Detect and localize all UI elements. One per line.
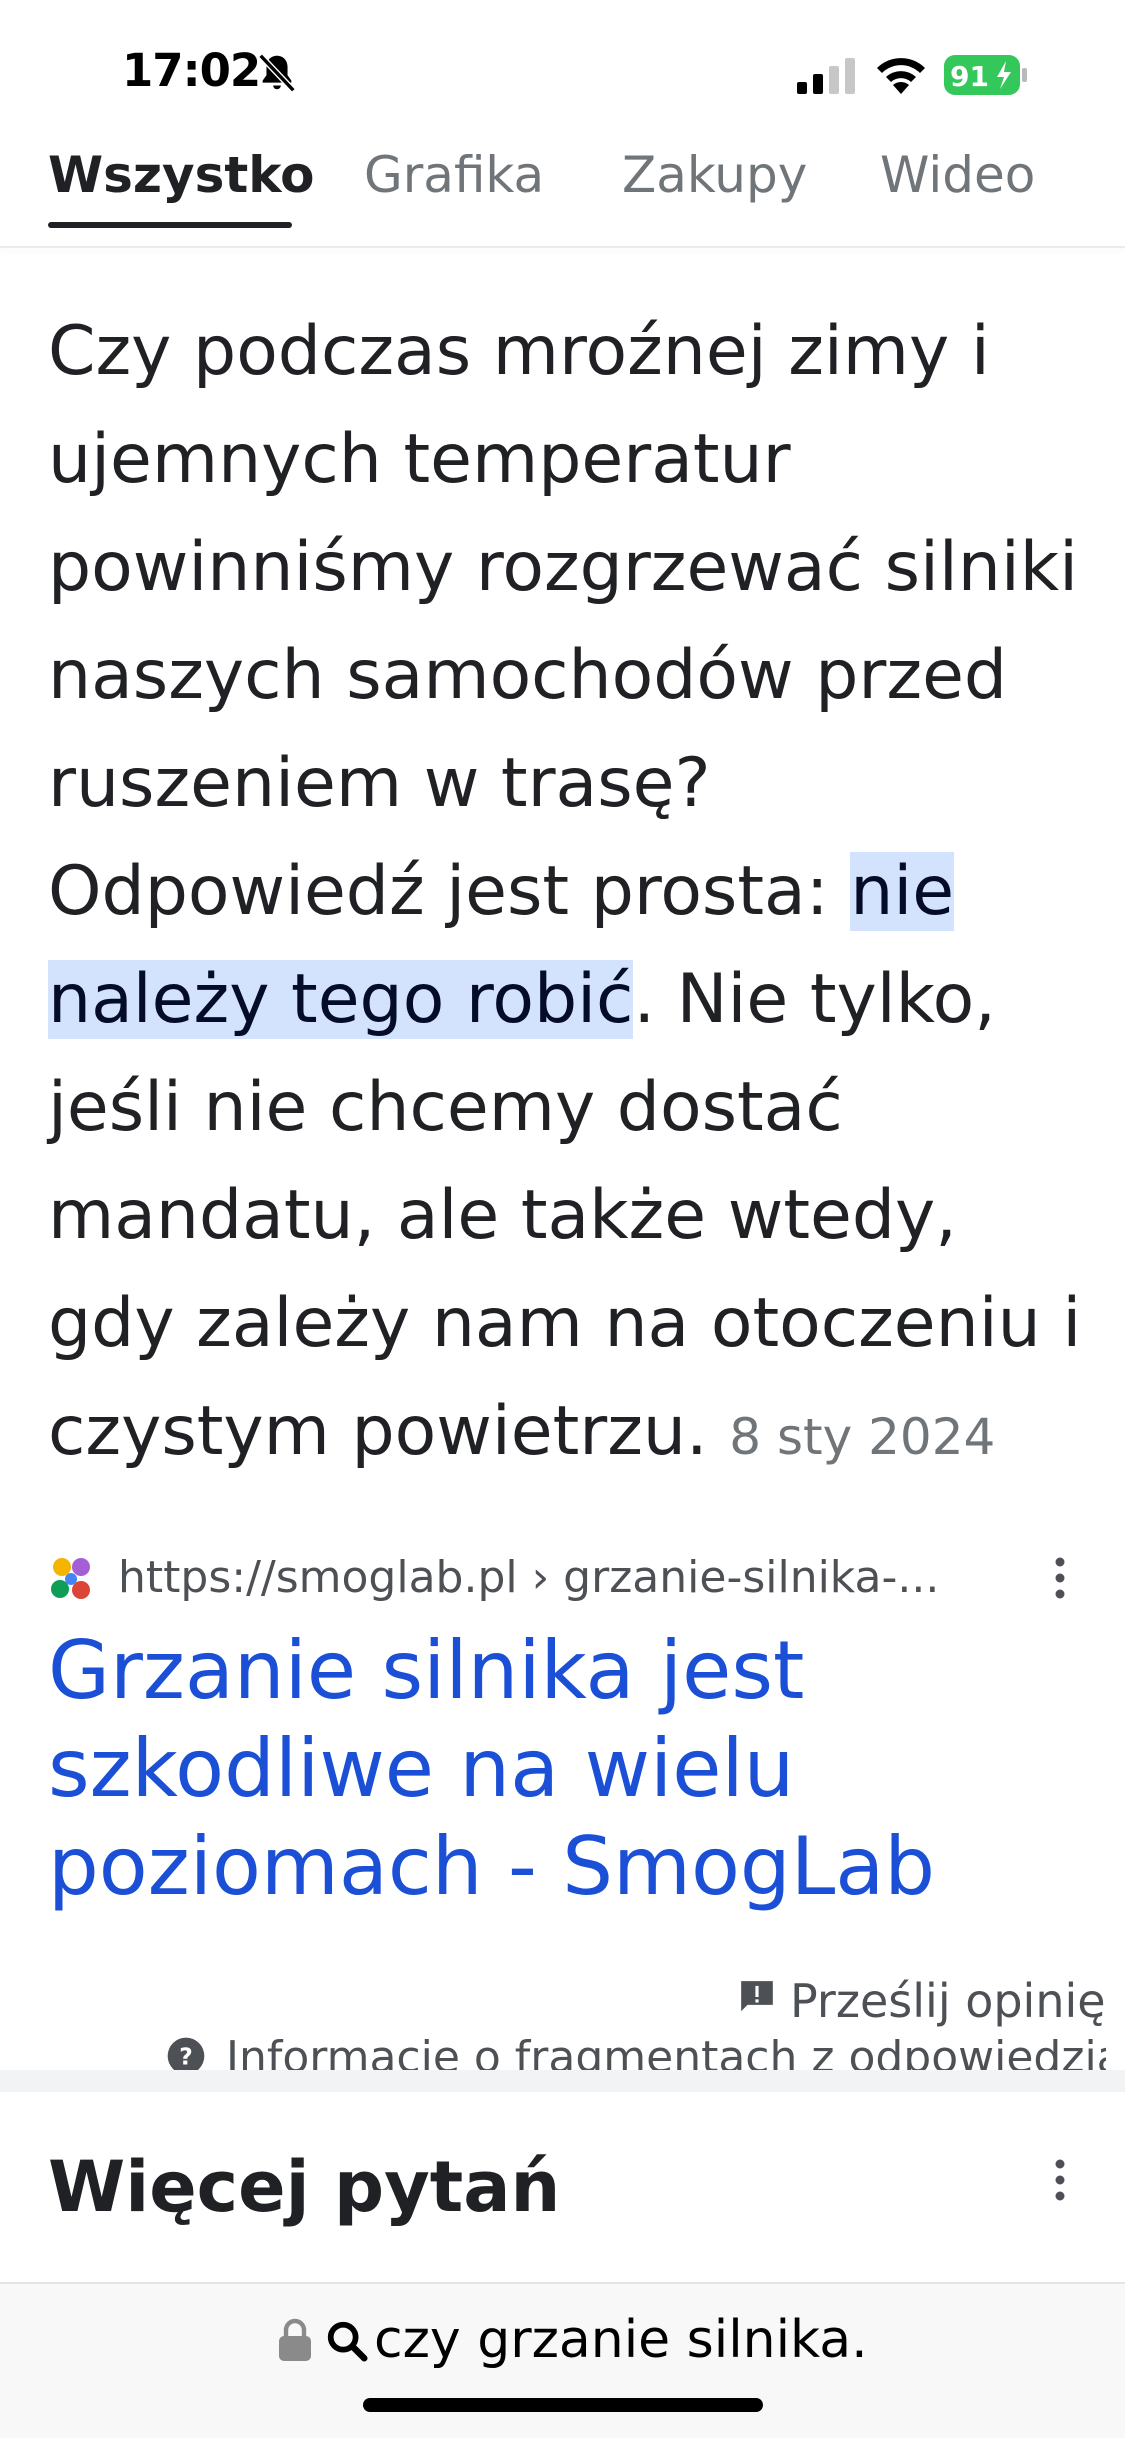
help-icon: ?	[167, 2037, 205, 2070]
more-questions-heading: Więcej pytań	[48, 2146, 561, 2228]
feedback-icon[interactable]	[738, 1978, 776, 2016]
svg-text:?: ?	[179, 2042, 193, 2070]
home-indicator[interactable]	[363, 2398, 763, 2412]
more-vert-icon[interactable]	[1040, 2156, 1080, 2204]
tab-all[interactable]: Wszystko	[48, 146, 315, 204]
answer-date: 8 sty 2024	[729, 1408, 996, 1466]
address-bar-text[interactable]: czy grzanie silnika.	[374, 2310, 868, 2370]
wifi-icon	[877, 58, 925, 94]
snippet-info-label: Informacje o fragmentach z odpowiedzią	[226, 2032, 1106, 2070]
active-tab-indicator	[48, 222, 292, 228]
snippet-info-row[interactable]: ? Informacje o fragmentach z odpowiedzią	[166, 2032, 1106, 2070]
section-separator	[0, 2070, 1125, 2092]
cellular-signal-icon	[797, 58, 855, 94]
status-time: 17:02	[122, 44, 261, 97]
tab-video[interactable]: Wideo	[880, 146, 1035, 204]
source-url[interactable]: https://smoglab.pl › grzanie-silnika-...	[118, 1552, 939, 1603]
tab-images[interactable]: Grafika	[364, 146, 544, 204]
silent-bell-icon	[258, 53, 296, 93]
search-icon	[327, 2321, 368, 2362]
battery-icon: 91	[944, 55, 1027, 95]
lock-icon	[279, 2318, 311, 2361]
more-vert-icon[interactable]	[1040, 1554, 1080, 1602]
featured-snippet-text: Czy podczas mroźnej zimy i ujemnych temp…	[48, 298, 1098, 1491]
tab-shopping[interactable]: Zakupy	[622, 146, 807, 204]
result-title-link[interactable]: Grzanie silnika jest szkodliwe na wielu …	[48, 1622, 1048, 1916]
feedback-button[interactable]: Prześlij opinię	[790, 1974, 1106, 2028]
answer-text-before: Czy podczas mroźnej zimy i ujemnych temp…	[48, 312, 1079, 931]
site-favicon-icon	[51, 1558, 90, 1599]
battery-level: 91	[950, 60, 989, 93]
tabs-divider	[0, 246, 1125, 248]
